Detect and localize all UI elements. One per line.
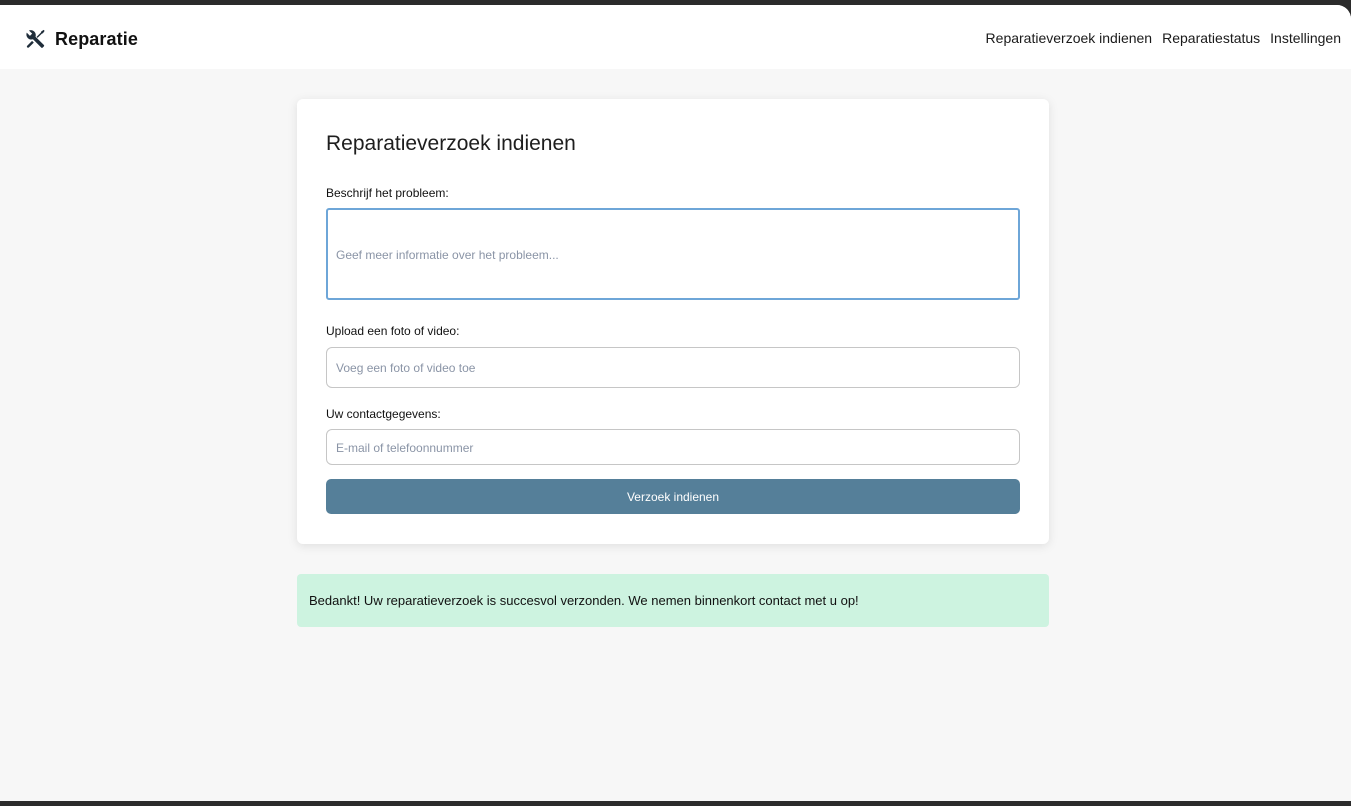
contact-label: Uw contactgegevens: [326,407,441,421]
contact-input[interactable]: E-mail of telefoonnummer [326,429,1020,465]
success-message: Bedankt! Uw reparatieverzoek is succesvo… [297,574,1049,627]
description-label: Beschrijf het probleem: [326,186,449,200]
upload-placeholder: Voeg een foto of video toe [336,361,476,375]
description-textarea[interactable]: Geef meer informatie over het probleem..… [326,208,1020,300]
nav-link-submit-request[interactable]: Reparatieverzoek indienen [986,30,1153,46]
success-message-text: Bedankt! Uw reparatieverzoek is succesvo… [309,593,859,608]
top-navbar: Reparatie Reparatieverzoek indienen Repa… [0,5,1351,69]
contact-placeholder: E-mail of telefoonnummer [336,441,474,455]
upload-label: Upload een foto of video: [326,324,460,338]
form-title: Reparatieverzoek indienen [326,132,576,155]
tools-icon [26,29,45,48]
upload-input[interactable]: Voeg een foto of video toe [326,347,1020,388]
nav-link-settings[interactable]: Instellingen [1270,30,1341,46]
submit-request-button[interactable]: Verzoek indienen [326,479,1020,514]
repair-request-form: Reparatieverzoek indienen Beschrijf het … [297,99,1049,544]
main-nav: Reparatieverzoek indienen Reparatiestatu… [986,30,1341,46]
description-placeholder: Geef meer informatie over het probleem..… [336,248,559,262]
nav-link-repair-status[interactable]: Reparatiestatus [1162,30,1260,46]
brand-name: Reparatie [55,28,138,49]
app-window: Reparatie Reparatieverzoek indienen Repa… [0,5,1351,801]
brand[interactable]: Reparatie [24,25,138,53]
